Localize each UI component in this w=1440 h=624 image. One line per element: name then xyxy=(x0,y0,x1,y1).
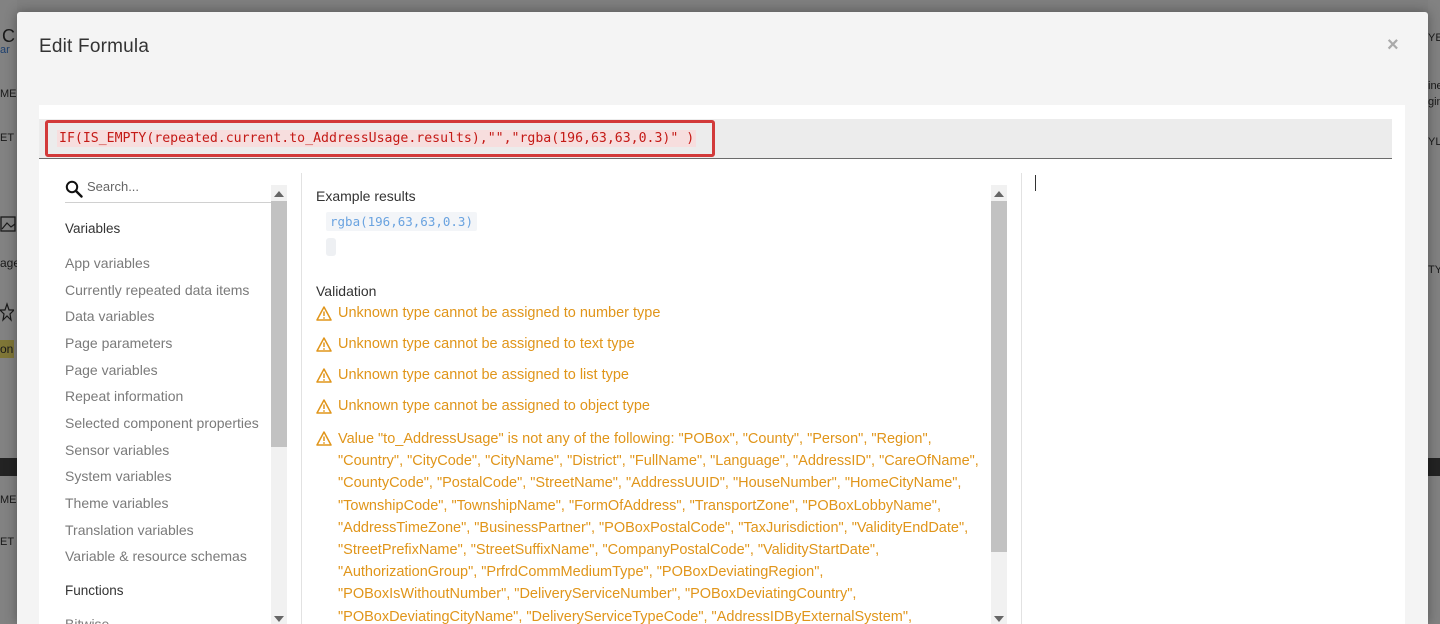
sidebar-search xyxy=(65,177,271,203)
warning-text: Unknown type cannot be assigned to numbe… xyxy=(338,305,661,321)
example-results-label: Example results xyxy=(316,188,416,204)
scroll-down-arrow-icon[interactable] xyxy=(274,616,284,622)
warning-text: Unknown type cannot be assigned to objec… xyxy=(338,398,650,414)
results-panel: Example results rgba(196,63,63,0.3) Vali… xyxy=(316,173,1009,624)
sidebar-item-translation-variables[interactable]: Translation variables xyxy=(65,522,194,538)
warning-text: Unknown type cannot be assigned to list … xyxy=(338,367,629,383)
sidebar-item-repeat-information[interactable]: Repeat information xyxy=(65,388,183,404)
highlight-annotation xyxy=(45,120,715,157)
results-scrollbar[interactable] xyxy=(991,185,1007,624)
sidebar-item-selected-component[interactable]: Selected component properties xyxy=(65,415,259,431)
search-input[interactable] xyxy=(87,179,267,194)
formula-input-bar[interactable]: IF(IS_EMPTY(repeated.current.to_AddressU… xyxy=(39,119,1392,159)
sidebar-item-app-variables[interactable]: App variables xyxy=(65,255,150,271)
sidebar-item-data-variables[interactable]: Data variables xyxy=(65,308,155,324)
sidebar-item-variable-schemas[interactable]: Variable & resource schemas xyxy=(65,548,247,564)
functions-heading: Functions xyxy=(65,583,124,598)
search-icon xyxy=(65,180,83,198)
warning-text: Unknown type cannot be assigned to text … xyxy=(338,336,635,352)
scroll-up-arrow-icon[interactable] xyxy=(994,191,1004,197)
warning-text: Value "to_AddressUsage" is not any of th… xyxy=(338,431,979,624)
validation-label: Validation xyxy=(316,283,377,299)
example-result-empty xyxy=(326,238,336,256)
sidebar-item-sensor-variables[interactable]: Sensor variables xyxy=(65,442,169,458)
warning-icon xyxy=(316,337,332,352)
close-button[interactable]: × xyxy=(1387,34,1399,57)
warning-icon xyxy=(316,399,332,414)
sidebar-item-currently-repeated[interactable]: Currently repeated data items xyxy=(65,282,249,298)
example-result-value: rgba(196,63,63,0.3) xyxy=(326,212,477,231)
warning-icon xyxy=(316,306,332,321)
warning-icon xyxy=(316,368,332,383)
dialog-title: Edit Formula xyxy=(39,36,150,57)
sidebar-item-theme-variables[interactable]: Theme variables xyxy=(65,495,169,511)
reference-sidebar: Variables App variables Currently repeat… xyxy=(53,173,289,624)
sidebar-item-page-variables[interactable]: Page variables xyxy=(65,362,158,378)
scroll-up-arrow-icon[interactable] xyxy=(274,191,284,197)
scrollbar-thumb[interactable] xyxy=(991,201,1007,552)
sidebar-item-bitwise[interactable]: Bitwise xyxy=(65,616,109,624)
column-divider xyxy=(1021,173,1022,624)
variables-heading: Variables xyxy=(65,221,121,236)
formula-editor-panel: IF(IS_EMPTY(repeated.current.to_AddressU… xyxy=(39,105,1405,624)
warning-icon xyxy=(316,431,332,446)
sidebar-item-system-variables[interactable]: System variables xyxy=(65,468,172,484)
edit-formula-dialog: Edit Formula × IF(IS_EMPTY(repeated.curr… xyxy=(17,12,1428,624)
column-divider xyxy=(301,173,302,624)
scrollbar-thumb[interactable] xyxy=(271,201,287,447)
text-cursor xyxy=(1035,175,1036,191)
formula-text-area[interactable] xyxy=(1032,173,1392,624)
sidebar-item-page-parameters[interactable]: Page parameters xyxy=(65,335,172,351)
sidebar-scrollbar[interactable] xyxy=(271,185,287,624)
scroll-down-arrow-icon[interactable] xyxy=(994,616,1004,622)
